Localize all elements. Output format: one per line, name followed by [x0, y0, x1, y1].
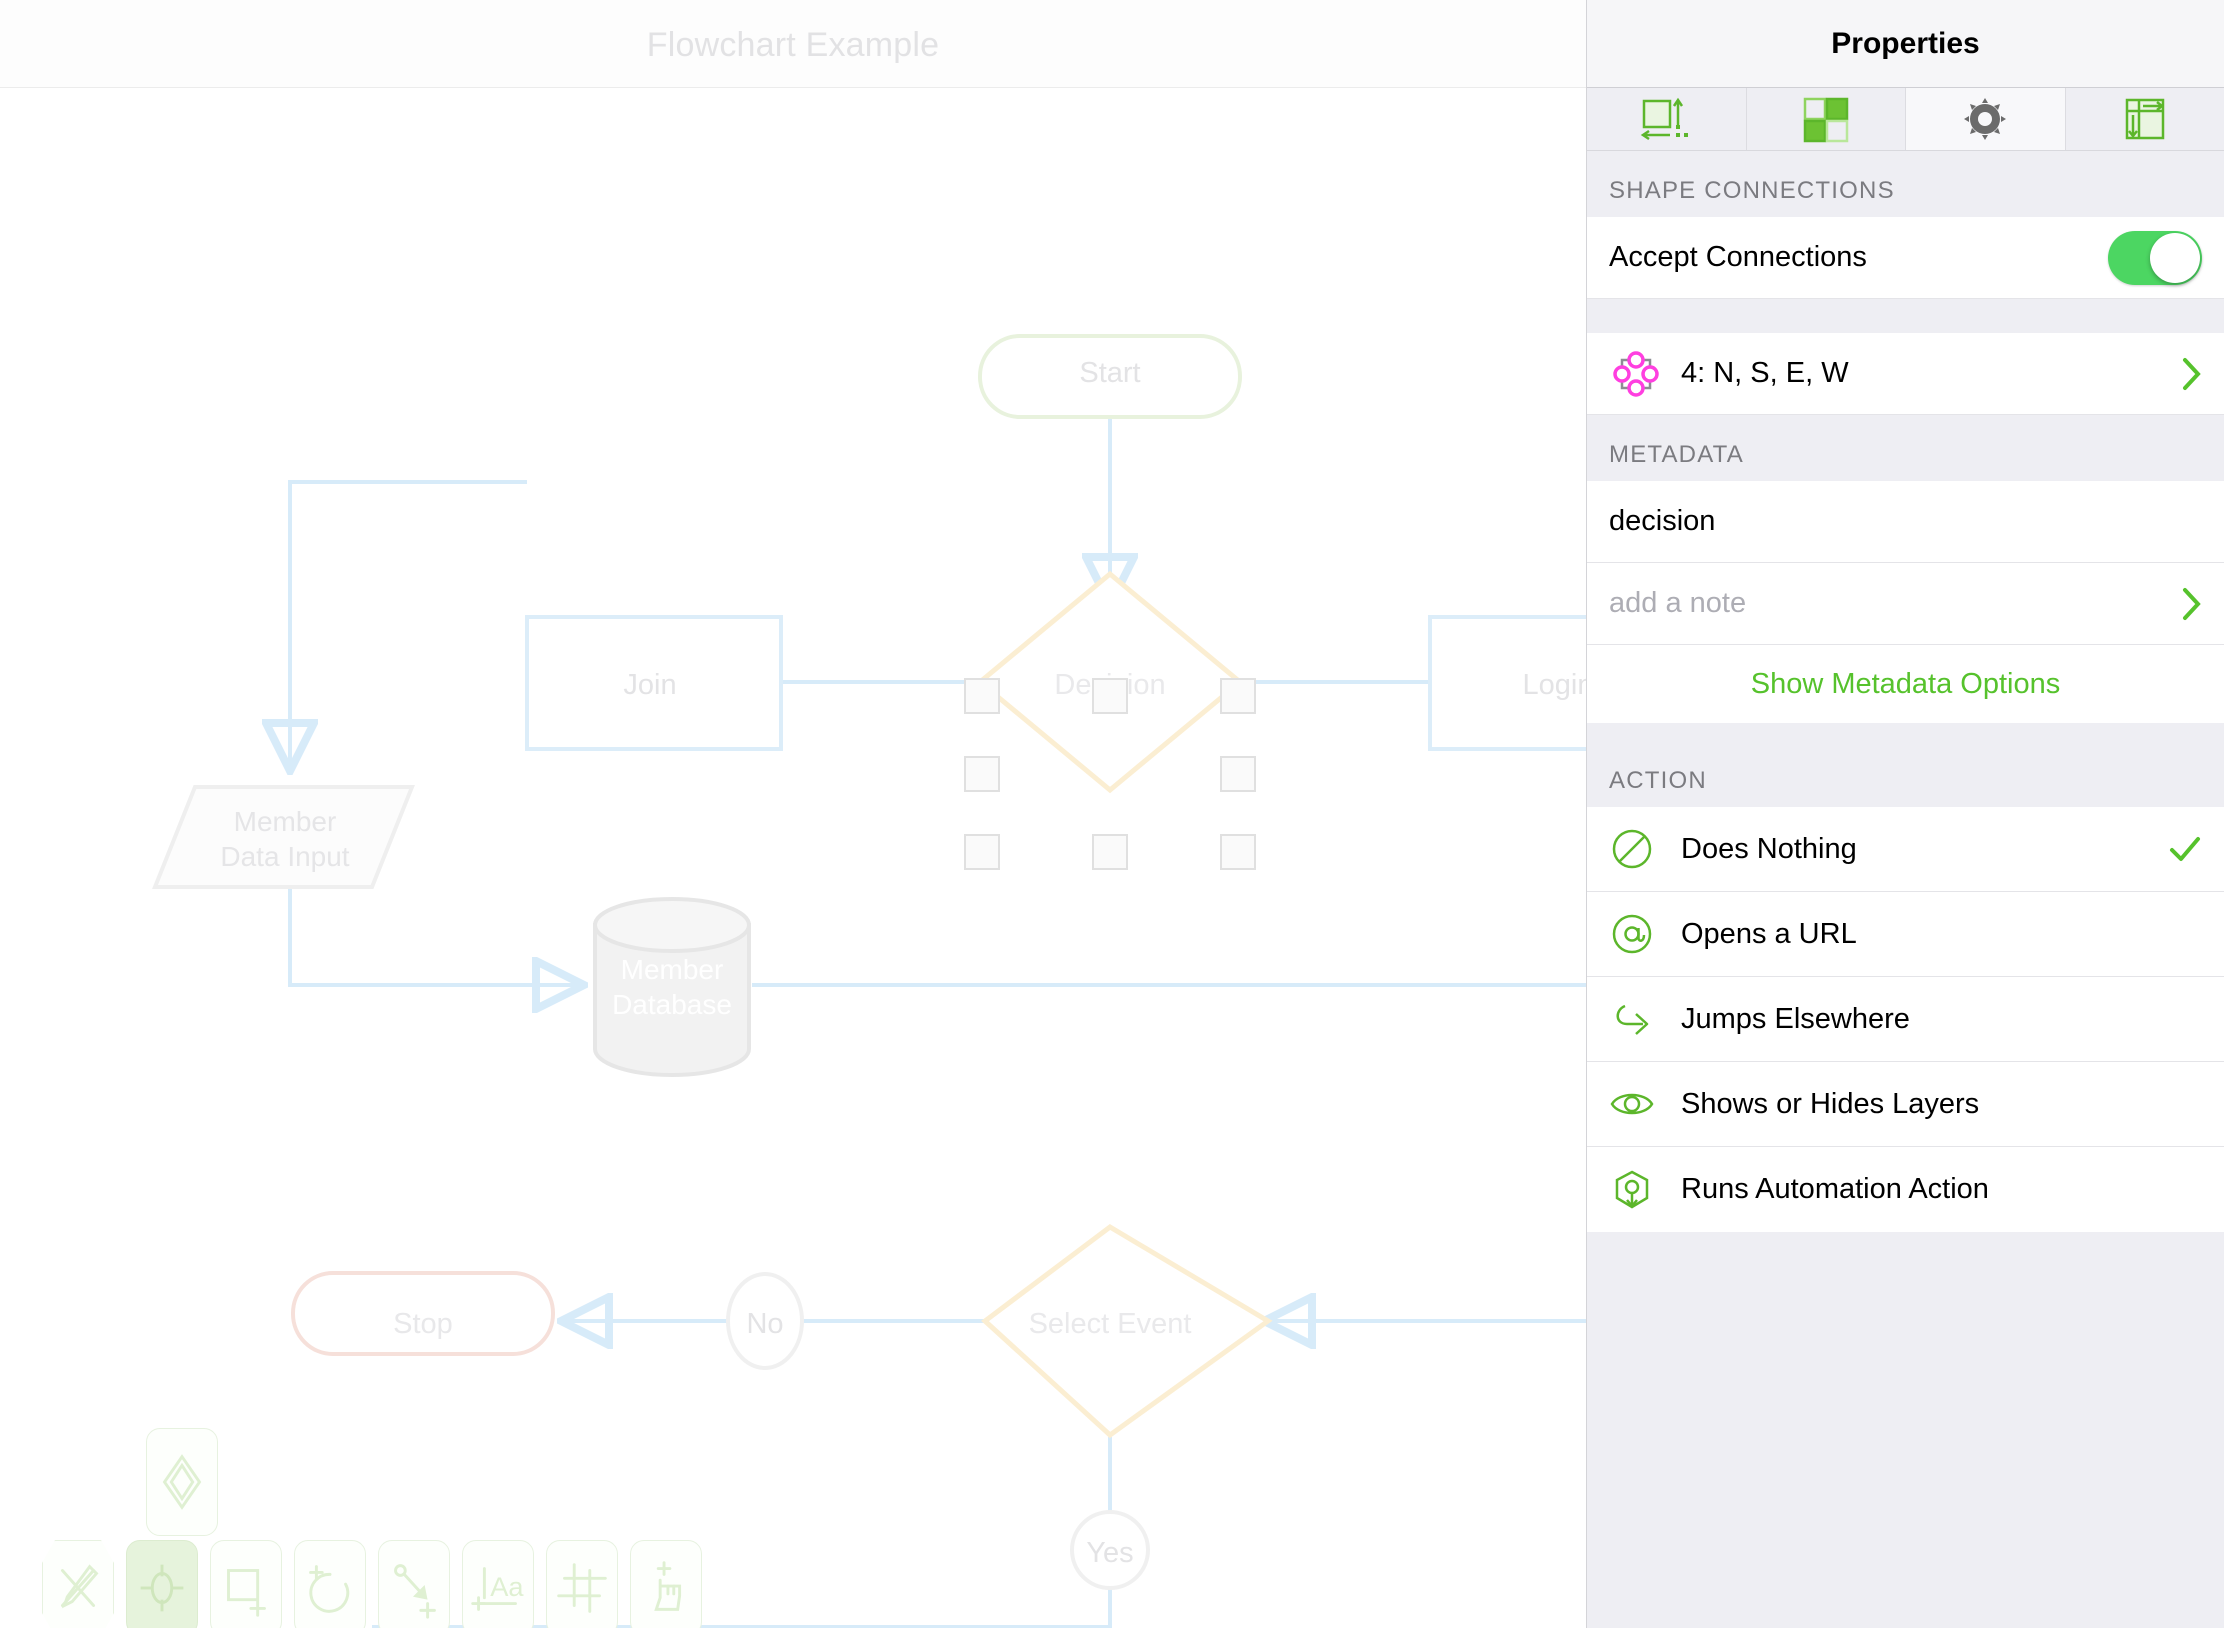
text-layout-icon [2121, 95, 2169, 143]
tab-fill-stroke[interactable] [1747, 88, 1906, 150]
crop-tool[interactable] [546, 1540, 618, 1628]
metadata-note-placeholder: add a note [1609, 587, 1747, 619]
shape-member-data-input: Member Data Input [152, 785, 415, 889]
section-shape-connections: SHAPE CONNECTIONS [1587, 151, 2224, 217]
shape-no: No [726, 1272, 804, 1370]
at-sign-icon [1609, 911, 1681, 957]
action-label: Opens a URL [1681, 917, 1857, 950]
flowchart-canvas[interactable]: Start Join Login Decision [0, 87, 1586, 1628]
svg-text:Join: Join [623, 669, 676, 701]
checkmark-icon [2168, 832, 2202, 866]
svg-text:Select Event: Select Event [1029, 1308, 1192, 1340]
shape-join: Join [525, 615, 783, 751]
svg-text:Data Input: Data Input [220, 841, 349, 872]
ellipse-tool[interactable] [294, 1540, 366, 1628]
metadata-name-value: decision [1609, 505, 1716, 537]
svg-text:Start: Start [1079, 357, 1140, 389]
properties-panel: Properties SHAPE CONNECTIONS Accept Conn… [1586, 0, 2224, 1628]
shape-start: Start [978, 334, 1242, 419]
svg-text:Aa: Aa [490, 1571, 524, 1602]
tab-geometry[interactable] [1587, 88, 1747, 150]
action-label: Jumps Elsewhere [1681, 1002, 1910, 1035]
tab-layout[interactable] [2066, 88, 2224, 150]
eye-icon [1609, 1081, 1681, 1127]
line-tool[interactable] [378, 1540, 450, 1628]
canvas-area[interactable]: Flowchart Example Start Join Login Membe… [0, 0, 1586, 1628]
svg-text:Yes: Yes [1086, 1537, 1133, 1569]
chevron-right-icon [2182, 587, 2202, 621]
properties-header: Properties [1587, 0, 2224, 88]
metadata-name-row[interactable]: decision [1587, 481, 2224, 563]
action-item-opens-a-url[interactable]: Opens a URL [1587, 892, 2224, 977]
rectangle-tool[interactable] [210, 1540, 282, 1628]
svg-text:Member: Member [621, 954, 724, 985]
size-geometry-icon [1638, 95, 1694, 143]
shape-select-event: Select Event [981, 1223, 1273, 1439]
tab-settings[interactable] [1906, 88, 2066, 150]
action-label: Runs Automation Action [1681, 1173, 1989, 1205]
show-metadata-options-button[interactable]: Show Metadata Options [1587, 645, 2224, 723]
shape-yes: Yes [1070, 1510, 1150, 1590]
action-item-jumps-elsewhere[interactable]: Jumps Elsewhere [1587, 977, 2224, 1062]
shape-login: Login [1428, 615, 1586, 751]
properties-tabbar[interactable] [1587, 88, 2224, 151]
section-divider [1587, 299, 2224, 333]
shape-stop: Stop [291, 1271, 555, 1356]
svg-text:No: No [746, 1308, 783, 1340]
document-titlebar: Flowchart Example [0, 0, 1586, 88]
action-label: Does Nothing [1681, 832, 1857, 865]
action-item-does-nothing[interactable]: Does Nothing [1587, 807, 2224, 892]
touch-tool[interactable] [630, 1540, 702, 1628]
toggle-knob [2150, 232, 2200, 283]
fill-pattern-icon [1801, 95, 1851, 143]
svg-text:Stop: Stop [393, 1308, 453, 1340]
panel-title: Properties [1831, 26, 1980, 60]
show-metadata-options-label: Show Metadata Options [1750, 667, 2061, 700]
svg-text:Database: Database [612, 989, 732, 1020]
page-title: Flowchart Example [646, 26, 940, 64]
automation-icon [1609, 1167, 1681, 1213]
section-metadata: METADATA [1587, 415, 2224, 481]
action-item-shows-or-hides-layers[interactable]: Shows or Hides Layers [1587, 1062, 2224, 1147]
connection-points-icon [1609, 347, 1681, 401]
section-action: ACTION [1587, 723, 2224, 807]
gear-icon [1962, 96, 2008, 142]
accept-connections-row[interactable]: Accept Connections [1587, 217, 2224, 299]
text-tool[interactable]: Aa [462, 1540, 534, 1628]
svg-text:Login: Login [1523, 669, 1586, 701]
panel-empty-space [1587, 1232, 2224, 1628]
connection-points-value: 4: N, S, E, W [1681, 357, 1849, 389]
chevron-right-icon [2182, 357, 2202, 391]
metadata-note-row[interactable]: add a note [1587, 563, 2224, 645]
shape-style-popover[interactable] [146, 1428, 218, 1536]
svg-text:Member: Member [234, 806, 337, 837]
jump-arrow-icon [1609, 996, 1681, 1042]
no-action-icon [1609, 826, 1681, 872]
pen-disabled-tool[interactable] [42, 1540, 114, 1628]
action-item-runs-automation-action[interactable]: Runs Automation Action [1587, 1147, 2224, 1232]
accept-connections-toggle[interactable] [2108, 230, 2202, 285]
shape-member-database: Member Database [593, 897, 751, 1077]
accept-connections-label: Accept Connections [1609, 241, 1867, 273]
select-tool[interactable] [126, 1540, 198, 1628]
connection-points-row[interactable]: 4: N, S, E, W [1587, 333, 2224, 415]
action-label: Shows or Hides Layers [1681, 1087, 1980, 1120]
